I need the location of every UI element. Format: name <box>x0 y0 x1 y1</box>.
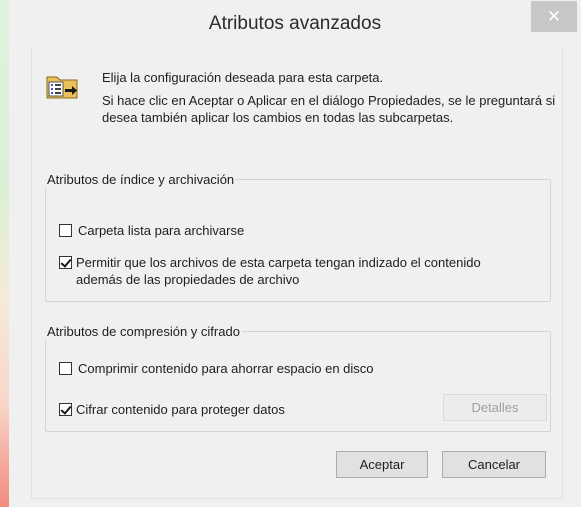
compression-encryption-legend: Atributos de compresión y cifrado <box>47 324 240 339</box>
ok-button[interactable]: Aceptar <box>336 451 428 478</box>
intro-explanation: Si hace clic en Aceptar o Aplicar en el … <box>102 93 556 125</box>
title-bar[interactable]: Atributos avanzados ✕ <box>9 0 581 47</box>
archive-checkbox-row[interactable]: Carpeta lista para archivarse <box>59 222 244 239</box>
intro-text: Elija la configuración deseada para esta… <box>102 70 384 85</box>
index-archive-group: Atributos de índice y archivación Carpet… <box>45 172 551 302</box>
compress-checkbox-row[interactable]: Comprimir contenido para ahorrar espacio… <box>59 360 374 377</box>
dialog-content: Elija la configuración deseada para esta… <box>31 47 563 499</box>
compression-encryption-group: Atributos de compresión y cifrado Compri… <box>45 324 551 432</box>
advanced-attributes-dialog: Atributos avanzados ✕ Elija la configura… <box>9 0 581 507</box>
close-icon: ✕ <box>546 7 562 26</box>
encrypt-checkbox-row[interactable]: Cifrar contenido para proteger datos <box>59 401 285 418</box>
encrypt-checkbox-label[interactable]: Cifrar contenido para proteger datos <box>76 401 285 418</box>
compress-checkbox[interactable] <box>59 362 72 375</box>
indexing-checkbox-row[interactable]: Permitir que los archivos de esta carpet… <box>59 254 529 288</box>
cancel-button[interactable]: Cancelar <box>442 451 546 478</box>
compress-checkbox-label[interactable]: Comprimir contenido para ahorrar espacio… <box>78 360 374 377</box>
details-button[interactable]: Detalles <box>443 394 547 421</box>
encrypt-checkbox[interactable] <box>59 403 72 416</box>
background-window-edge <box>0 0 9 507</box>
close-button[interactable]: ✕ <box>531 1 577 32</box>
indexing-checkbox[interactable] <box>59 256 72 269</box>
folder-properties-icon <box>45 71 81 104</box>
dialog-title: Atributos avanzados <box>208 13 382 34</box>
archive-checkbox-label[interactable]: Carpeta lista para archivarse <box>78 222 244 239</box>
index-archive-legend: Atributos de índice y archivación <box>47 172 235 187</box>
indexing-checkbox-label[interactable]: Permitir que los archivos de esta carpet… <box>76 254 529 288</box>
archive-checkbox[interactable] <box>59 224 72 237</box>
